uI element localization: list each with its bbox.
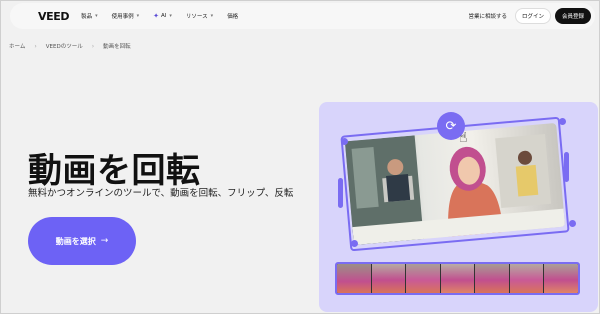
nav-actions: 営業に相談する ログイン 会員登録 bbox=[468, 8, 591, 24]
side-handle[interactable] bbox=[564, 152, 569, 182]
resize-handle[interactable] bbox=[559, 118, 566, 125]
breadcrumb-current: 動画を回転 bbox=[103, 44, 131, 50]
top-nav: VEED 製品 ▾ 使用事例 ▾ ✦ AI ▾ リソース ▾ 価格 営業に相談す… bbox=[10, 3, 595, 29]
sparkle-icon: ✦ bbox=[153, 12, 160, 20]
menu-item-use-cases[interactable]: 使用事例 ▾ bbox=[112, 12, 140, 20]
login-button[interactable]: ログイン bbox=[514, 8, 551, 24]
menu-item-resources[interactable]: リソース ▾ bbox=[186, 12, 213, 20]
breadcrumb-separator-icon: › bbox=[91, 42, 95, 50]
breadcrumb-tools[interactable]: VEEDのツール bbox=[46, 42, 83, 50]
resize-handle[interactable] bbox=[569, 220, 576, 227]
filmstrip-frame bbox=[406, 264, 441, 293]
hand-pointer-icon: ☝ bbox=[459, 130, 468, 146]
menu-item-ai[interactable]: ✦ AI ▾ bbox=[153, 12, 172, 20]
choose-video-button[interactable]: 動画を選択 → bbox=[28, 217, 136, 265]
chevron-down-icon: ▾ bbox=[210, 13, 214, 19]
filmstrip-frame bbox=[337, 264, 372, 293]
menu-item-label: リソース bbox=[185, 14, 208, 20]
page-subtitle: 無料かつオンラインのツールで、動画を回転、フリップ、反転 bbox=[28, 188, 294, 199]
side-handle[interactable] bbox=[338, 178, 343, 208]
menu-item-label: 価格 bbox=[227, 14, 239, 20]
rotate-illustration: ⟳ ☝ bbox=[319, 102, 598, 312]
breadcrumb-home[interactable]: ホーム bbox=[9, 42, 25, 50]
menu-item-label: AI bbox=[161, 13, 167, 19]
contact-sales-link[interactable]: 営業に相談する bbox=[468, 12, 507, 20]
timeline-filmstrip[interactable] bbox=[335, 262, 580, 295]
chevron-down-icon: ▾ bbox=[136, 13, 140, 19]
signup-button[interactable]: 会員登録 bbox=[554, 8, 591, 24]
filmstrip-frame bbox=[371, 264, 407, 293]
veed-logo[interactable]: VEED bbox=[38, 10, 69, 23]
menu-item-label: 製品 bbox=[81, 14, 93, 20]
filmstrip-frame bbox=[544, 264, 578, 293]
menu-item-pricing[interactable]: 価格 bbox=[227, 12, 238, 20]
filmstrip-frame bbox=[475, 264, 510, 293]
filmstrip-frame bbox=[509, 264, 545, 293]
breadcrumb: ホーム › VEEDのツール › 動画を回転 bbox=[9, 42, 131, 51]
arrow-right-icon: → bbox=[100, 236, 109, 246]
breadcrumb-separator-icon: › bbox=[34, 42, 37, 50]
choose-video-label: 動画を選択 bbox=[55, 236, 96, 246]
filmstrip-frame bbox=[440, 264, 476, 293]
menu-item-label: 使用事例 bbox=[111, 14, 134, 20]
chevron-down-icon: ▾ bbox=[95, 13, 98, 19]
main-menu: 製品 ▾ 使用事例 ▾ ✦ AI ▾ リソース ▾ 価格 bbox=[81, 12, 252, 20]
menu-item-products[interactable]: 製品 ▾ bbox=[81, 12, 98, 20]
resize-handle[interactable] bbox=[341, 138, 348, 145]
chevron-down-icon: ▾ bbox=[169, 13, 172, 19]
resize-handle[interactable] bbox=[351, 240, 358, 247]
